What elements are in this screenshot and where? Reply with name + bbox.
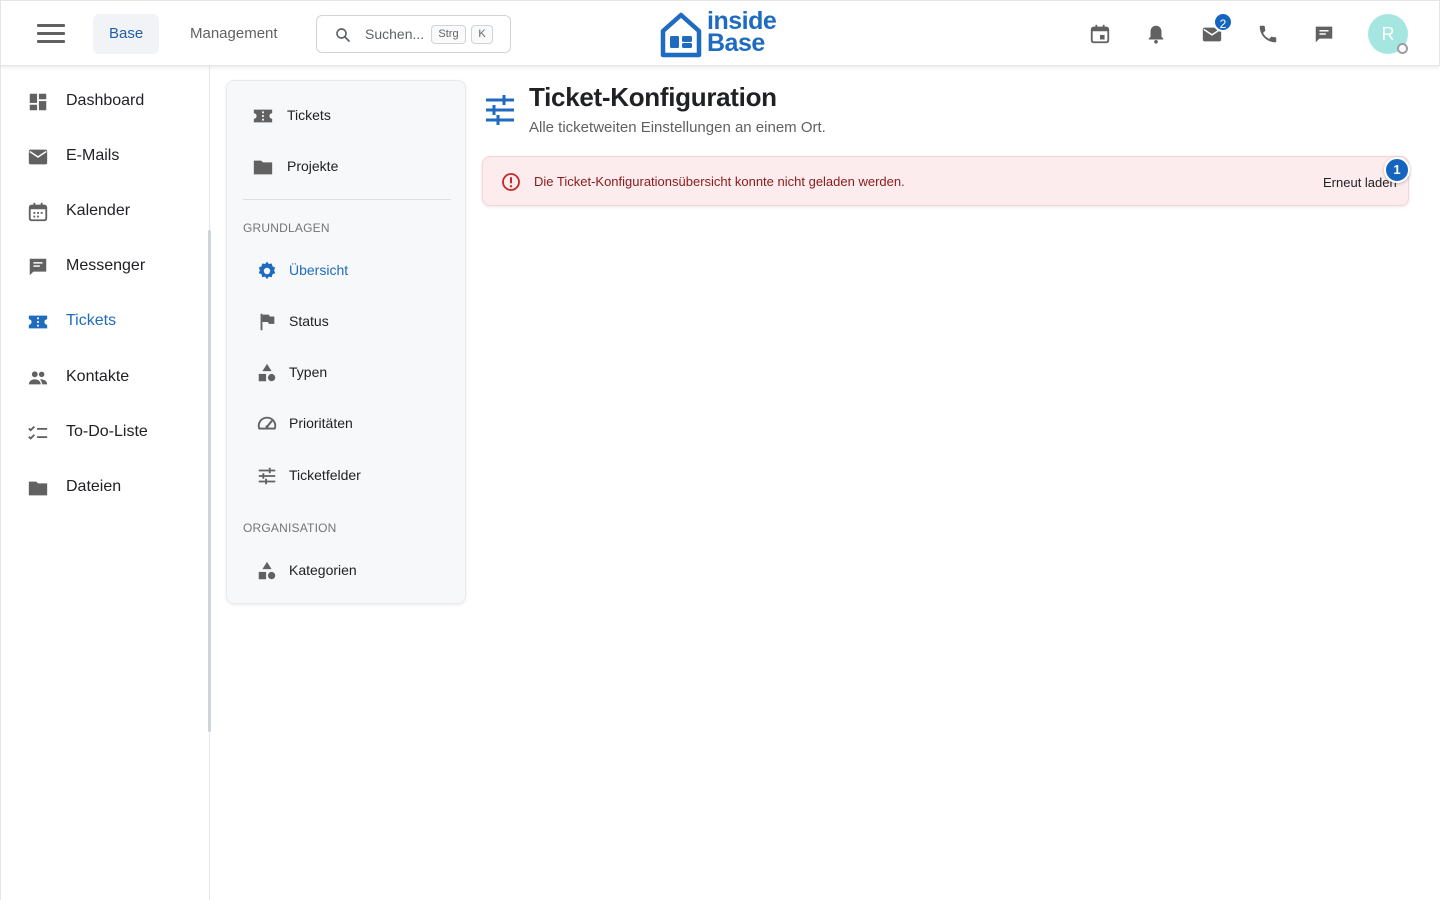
sliders-icon <box>258 467 276 485</box>
submenu-item-typen[interactable]: Typen <box>228 350 465 394</box>
sidebar-item-kalender[interactable]: Kalender <box>1 187 208 235</box>
sidebar-item-emails[interactable]: E-Mails <box>1 132 208 180</box>
sidebar-item-tickets[interactable]: Tickets <box>1 297 208 345</box>
error-alert: Die Ticket-Konfigurationsübersicht konnt… <box>482 156 1409 206</box>
ticket-icon <box>28 315 48 329</box>
search-icon <box>336 28 350 42</box>
submenu-item-label: Status <box>289 313 329 329</box>
search-placeholder: Suchen... <box>365 26 425 42</box>
submenu-item-label: Projekte <box>287 158 339 174</box>
notification-count-badge: 1 <box>1384 157 1410 183</box>
chat-icon[interactable] <box>1313 23 1335 45</box>
submenu-item-projekte[interactable]: Projekte <box>228 144 465 188</box>
logo-text: inside Base <box>707 7 777 57</box>
logo[interactable]: inside Base <box>659 9 789 59</box>
sidebar-item-label: To-Do-Liste <box>66 423 148 440</box>
section-title-organisation: ORGANISATION <box>243 521 337 535</box>
shapes-icon <box>258 561 276 580</box>
dashboard-icon <box>29 93 47 111</box>
phone-icon[interactable] <box>1257 23 1279 45</box>
people-icon <box>28 371 48 385</box>
menu-icon[interactable] <box>37 24 65 44</box>
submenu-item-uebersicht[interactable]: Übersicht <box>228 248 465 292</box>
sidebar-item-label: Messenger <box>66 257 146 274</box>
sidebar-item-label: Kalender <box>66 202 131 219</box>
submenu-item-label: Typen <box>289 364 328 380</box>
submenu-item-label: Kategorien <box>289 562 357 578</box>
shortcut-key-strg: Strg <box>431 25 466 44</box>
tab-management[interactable]: Management <box>174 14 294 54</box>
submenu-item-tickets[interactable]: Tickets <box>228 93 465 137</box>
sidebar-item-dashboard[interactable]: Dashboard <box>1 77 208 125</box>
sidebar-item-label: Tickets <box>66 312 117 329</box>
sidebar: Dashboard E-Mails Kalender Messenger Tic… <box>0 66 211 900</box>
folder-icon <box>28 481 48 496</box>
sidebar-item-label: E-Mails <box>66 147 120 164</box>
top-header: Base Management Suchen... Strg K inside B… <box>0 0 1440 66</box>
submenu-item-label: Ticketfelder <box>289 467 361 483</box>
mail-icon <box>28 149 48 165</box>
submenu-item-label: Tickets <box>287 107 331 123</box>
sidebar-item-label: Dashboard <box>66 92 145 109</box>
ticket-submenu: Tickets Projekte GRUNDLAGEN Übersicht St… <box>226 80 466 604</box>
flag-icon <box>260 313 275 331</box>
error-icon <box>502 173 520 191</box>
sidebar-item-label: Kontakte <box>66 368 130 385</box>
submenu-item-label: Übersicht <box>289 262 349 278</box>
sidebar-item-todo[interactable]: To-Do-Liste <box>1 408 208 456</box>
divider <box>243 199 451 200</box>
page-subtitle: Alle ticketweiten Einstellungen an einem… <box>529 119 826 136</box>
folder-icon <box>253 160 273 175</box>
submenu-item-ticketfelder[interactable]: Ticketfelder <box>228 453 465 497</box>
alert-message: Die Ticket-Konfigurationsübersicht konnt… <box>534 174 905 189</box>
section-title-grundlagen: GRUNDLAGEN <box>243 221 330 235</box>
tab-base[interactable]: Base <box>93 14 160 54</box>
sidebar-scrollbar[interactable] <box>208 230 211 732</box>
bell-icon[interactable] <box>1145 23 1167 45</box>
gauge-icon <box>257 416 277 430</box>
checklist-icon <box>28 425 48 440</box>
sidebar-item-kontakte[interactable]: Kontakte <box>1 353 208 401</box>
calendar-icon[interactable] <box>1089 23 1111 45</box>
sliders-icon <box>486 95 514 125</box>
ticket-icon <box>253 109 273 123</box>
page-title: Ticket-Konfiguration <box>529 82 777 112</box>
chat-icon <box>29 258 47 276</box>
gear-icon <box>258 261 276 280</box>
submenu-item-label: Prioritäten <box>289 415 353 431</box>
house-logo-icon <box>660 12 702 58</box>
submenu-item-status[interactable]: Status <box>228 299 465 343</box>
submenu-item-prioritaeten[interactable]: Prioritäten <box>228 401 465 445</box>
sidebar-item-messenger[interactable]: Messenger <box>1 242 208 290</box>
shapes-icon <box>258 363 276 382</box>
calendar-icon <box>28 202 48 222</box>
status-indicator <box>1397 43 1408 54</box>
sidebar-item-label: Dateien <box>66 478 122 495</box>
shortcut-key-k: K <box>471 25 493 44</box>
search-input[interactable]: Suchen... Strg K <box>316 15 511 53</box>
mail-count-badge: 2 <box>1213 12 1233 32</box>
sidebar-item-dateien[interactable]: Dateien <box>1 463 208 511</box>
submenu-item-kategorien[interactable]: Kategorien <box>228 548 465 592</box>
